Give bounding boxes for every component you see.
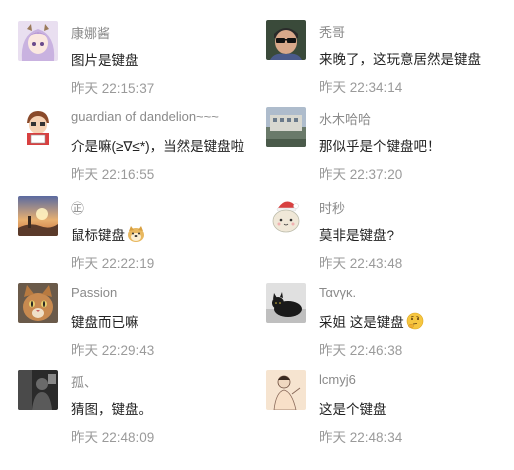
comment-timestamp: 昨天 22:15:37 <box>71 81 155 96</box>
comment-text: 采姐 这是键盘 <box>319 311 424 331</box>
christmas-cat-avatar[interactable] <box>266 196 306 236</box>
comment-timestamp: 昨天 22:48:34 <box>319 430 403 445</box>
comment-item: ㊣ 鼠标键盘 昨天 22:22:19 <box>18 196 268 282</box>
comment-item: 时秒 莫非是键盘? 昨天 22:43:48 <box>266 196 514 282</box>
comment-text: 莫非是键盘? <box>319 228 395 243</box>
comment-item: 秃哥 来晚了，这玩意居然是键盘 昨天 22:34:14 <box>266 20 514 106</box>
commenter-name[interactable]: 水木哈哈 <box>319 109 371 128</box>
comment-timestamp: 昨天 22:48:09 <box>71 430 155 445</box>
comment-text: 这是个键盘 <box>319 402 387 417</box>
dark-photo-avatar[interactable] <box>18 370 58 410</box>
comment-timestamp: 昨天 22:16:55 <box>71 167 155 182</box>
sunglasses-man-avatar[interactable] <box>266 20 306 60</box>
comment-text: 猜图，键盘。 <box>71 402 152 417</box>
comment-text: 鼠标键盘 <box>71 224 145 244</box>
commenter-name[interactable]: 秃哥 <box>319 22 345 41</box>
anime-girl-avatar[interactable] <box>18 21 58 61</box>
sketch-avatar[interactable] <box>266 370 306 410</box>
comment-timestamp: 昨天 22:34:14 <box>319 80 403 95</box>
comment-item: Ταvγκ. 采姐 这是键盘 昨天 22:46:38 <box>266 283 514 369</box>
commenter-name[interactable]: Ταvγκ. <box>319 285 356 300</box>
cat-avatar[interactable] <box>18 283 58 323</box>
commenter-name[interactable]: 时秒 <box>319 198 345 217</box>
comment-item: lcmyj6 这是个键盘 昨天 22:48:34 <box>266 370 514 456</box>
comment-item: 康娜酱 图片是键盘 昨天 22:15:37 <box>18 21 268 107</box>
comment-item: 孤、 猜图，键盘。 昨天 22:48:09 <box>18 370 268 456</box>
comment-timestamp: 昨天 22:29:43 <box>71 343 155 358</box>
comment-item: 水木哈哈 那似乎是个键盘吧！ 昨天 22:37:20 <box>266 107 514 193</box>
doge-emoji-icon <box>127 225 145 243</box>
comment-timestamp: 昨天 22:37:20 <box>319 167 403 182</box>
commenter-name[interactable]: lcmyj6 <box>319 372 356 387</box>
commenter-name[interactable]: guardian of dandelion~~~ <box>71 109 219 124</box>
comment-text: 键盘而已嘛 <box>71 315 139 330</box>
commenter-name[interactable]: 孤、 <box>71 372 97 391</box>
commenter-name[interactable]: 康娜酱 <box>71 23 110 42</box>
comment-timestamp: 昨天 22:22:19 <box>71 256 155 271</box>
comment-item: Passion 键盘而已嘛 昨天 22:29:43 <box>18 283 268 369</box>
black-cat-avatar[interactable] <box>266 283 306 323</box>
sunset-avatar[interactable] <box>18 196 58 236</box>
building-avatar[interactable] <box>266 107 306 147</box>
commenter-name[interactable]: ㊣ <box>71 198 84 217</box>
comment-timestamp: 昨天 22:43:48 <box>319 256 403 271</box>
comment-text: 介是嘛(≥∇≤*)，当然是键盘啦 <box>71 139 245 154</box>
comment-text: 图片是键盘 <box>71 53 139 68</box>
cartoon-boy-avatar[interactable] <box>18 107 58 147</box>
commenter-name[interactable]: Passion <box>71 285 117 300</box>
comment-text: 来晚了，这玩意居然是键盘 <box>319 52 481 67</box>
comment-text: 那似乎是个键盘吧！ <box>319 139 441 154</box>
thinking-emoji-icon <box>406 312 424 330</box>
comment-timestamp: 昨天 22:46:38 <box>319 343 403 358</box>
comment-item: guardian of dandelion~~~ 介是嘛(≥∇≤*)，当然是键盘… <box>18 107 268 193</box>
